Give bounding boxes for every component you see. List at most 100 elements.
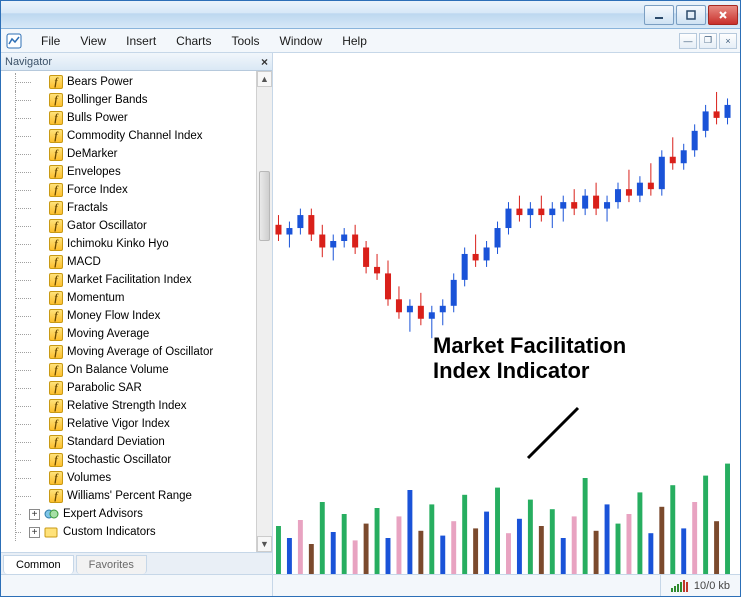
annotation-line1: Market Facilitation — [433, 333, 626, 358]
menu-help[interactable]: Help — [332, 32, 377, 50]
indicator-label: Fractals — [67, 202, 108, 214]
indicator-label: Money Flow Index — [67, 310, 160, 322]
indicator-label: Commodity Channel Index — [67, 130, 203, 142]
mdi-restore-button[interactable]: ❐ — [699, 33, 717, 49]
indicator-item[interactable]: f Moving Average — [5, 325, 256, 343]
function-icon: f — [49, 471, 63, 485]
function-icon: f — [49, 129, 63, 143]
indicator-item[interactable]: f Volumes — [5, 469, 256, 487]
function-icon: f — [49, 183, 63, 197]
indicator-item[interactable]: fRelative Vigor Index — [5, 415, 256, 433]
indicator-item[interactable]: f Market Facilitation Index — [5, 271, 256, 289]
indicator-label: On Balance Volume — [67, 364, 169, 376]
indicator-item[interactable]: f Commodity Channel Index — [5, 127, 256, 145]
group-item[interactable]: + Custom Indicators — [5, 523, 256, 541]
connection-text: 10/0 kb — [694, 580, 730, 592]
status-cell-left — [1, 575, 273, 596]
indicator-item[interactable]: fBulls Power — [5, 109, 256, 127]
indicator-item[interactable]: f Fractals — [5, 199, 256, 217]
function-icon: f — [49, 237, 63, 251]
indicator-label: Market Facilitation Index — [67, 274, 192, 286]
menu-view[interactable]: View — [70, 32, 116, 50]
navigator-close-icon[interactable]: × — [261, 55, 268, 69]
indicator-label: Momentum — [67, 292, 125, 304]
indicator-label: Parabolic SAR — [67, 382, 142, 394]
indicator-item[interactable]: fIchimoku Kinko Hyo — [5, 235, 256, 253]
menu-tools[interactable]: Tools — [222, 32, 270, 50]
indicator-item[interactable]: f Momentum — [5, 289, 256, 307]
custom-indicators-icon — [44, 525, 59, 539]
indicator-item[interactable]: f Parabolic SAR — [5, 379, 256, 397]
scroll-down-icon[interactable]: ▼ — [257, 536, 272, 552]
annotation-label: Market Facilitation Index Indicator — [433, 333, 626, 384]
navigator-panel: Navigator × fBears PowerfBollinger Bands… — [1, 53, 273, 574]
indicator-item[interactable]: fStandard Deviation — [5, 433, 256, 451]
connection-status: 10/0 kb — [661, 580, 740, 592]
indicator-item[interactable]: f On Balance Volume — [5, 361, 256, 379]
indicator-label: Relative Vigor Index — [67, 418, 170, 430]
titlebar — [1, 1, 740, 29]
function-icon: f — [49, 75, 63, 89]
function-icon: f — [49, 489, 63, 503]
function-icon: f — [49, 345, 63, 359]
indicator-item[interactable]: f Force Index — [5, 181, 256, 199]
indicator-item[interactable]: f MACD — [5, 253, 256, 271]
indicator-label: Moving Average — [67, 328, 149, 340]
function-icon: f — [49, 165, 63, 179]
function-icon: f — [49, 327, 63, 341]
indicator-item[interactable]: fDeMarker — [5, 145, 256, 163]
function-icon: f — [49, 255, 63, 269]
navigator-tabs: Common Favorites — [1, 552, 272, 574]
function-icon: f — [49, 309, 63, 323]
mdi-minimize-button[interactable]: — — [679, 33, 697, 49]
maximize-button[interactable] — [676, 5, 706, 25]
function-icon: f — [49, 93, 63, 107]
function-icon: f — [49, 453, 63, 467]
indicator-item[interactable]: fMoving Average of Oscillator — [5, 343, 256, 361]
mdi-close-button[interactable]: × — [719, 33, 737, 49]
function-icon: f — [49, 291, 63, 305]
close-button[interactable] — [708, 5, 738, 25]
indicator-item[interactable]: fRelative Strength Index — [5, 397, 256, 415]
minimize-button[interactable] — [644, 5, 674, 25]
indicator-item[interactable]: f Bears Power — [5, 73, 256, 91]
indicator-label: Envelopes — [67, 166, 121, 178]
chart-area[interactable]: Market Facilitation Index Indicator — [273, 53, 740, 574]
group-label: Custom Indicators — [63, 526, 156, 538]
group-item[interactable]: +Expert Advisors — [5, 505, 256, 523]
scroll-up-icon[interactable]: ▲ — [257, 71, 272, 87]
tab-favorites[interactable]: Favorites — [76, 555, 147, 574]
menu-insert[interactable]: Insert — [116, 32, 166, 50]
indicator-item[interactable]: fWilliams' Percent Range — [5, 487, 256, 505]
indicator-label: Volumes — [67, 472, 111, 484]
body: Navigator × fBears PowerfBollinger Bands… — [1, 53, 740, 574]
expand-icon[interactable]: + — [29, 509, 40, 520]
function-icon: f — [49, 381, 63, 395]
navigator-tree[interactable]: f Bears Power fBollinger BandsfBulls Power… — [1, 71, 256, 552]
indicator-label: MACD — [67, 256, 101, 268]
caption-buttons — [644, 5, 738, 25]
menu-file[interactable]: File — [31, 32, 70, 50]
indicator-label: Force Index — [67, 184, 128, 196]
indicator-item[interactable]: fStochastic Oscillator — [5, 451, 256, 469]
function-icon: f — [49, 363, 63, 377]
mfi-indicator — [273, 454, 733, 574]
indicator-item[interactable]: fGator Oscillator — [5, 217, 256, 235]
mdi-buttons: — ❐ × — [679, 33, 740, 49]
expand-icon[interactable]: + — [29, 527, 40, 538]
annotation-arrow — [523, 403, 583, 463]
tab-common[interactable]: Common — [3, 555, 74, 574]
menu-window[interactable]: Window — [270, 32, 333, 50]
menu-charts[interactable]: Charts — [166, 32, 221, 50]
scroll-thumb[interactable] — [259, 171, 270, 241]
function-icon: f — [49, 111, 63, 125]
navigator-scrollbar[interactable]: ▲ ▼ — [256, 71, 272, 552]
indicator-item[interactable]: f Envelopes — [5, 163, 256, 181]
indicator-item[interactable]: fBollinger Bands — [5, 91, 256, 109]
indicator-label: Bears Power — [67, 76, 133, 88]
function-icon: f — [49, 201, 63, 215]
statusbar: 10/0 kb — [1, 574, 740, 596]
signal-icon — [671, 580, 688, 592]
function-icon: f — [49, 273, 63, 287]
indicator-item[interactable]: f Money Flow Index — [5, 307, 256, 325]
